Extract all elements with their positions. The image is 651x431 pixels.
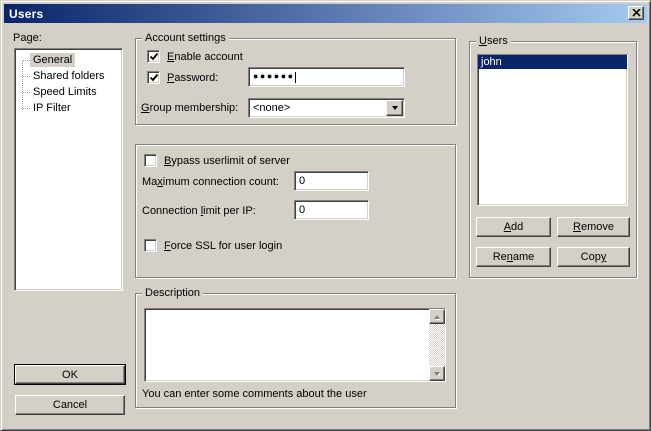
description-group: Description You can enter some comments … xyxy=(135,293,456,408)
tree-branch-icon xyxy=(23,92,30,93)
description-textarea[interactable] xyxy=(144,308,446,382)
description-hint: You can enter some comments about the us… xyxy=(142,388,367,400)
user-list-item[interactable]: john xyxy=(478,55,627,69)
account-settings-group: Account settings Enable account Password… xyxy=(135,38,456,125)
rename-button[interactable]: Rename xyxy=(476,247,551,267)
ip-limit-label: Connection limit per IP: xyxy=(142,205,256,217)
password-label: Password: xyxy=(167,72,218,84)
remove-button[interactable]: Remove xyxy=(557,217,630,237)
page-label: Page: xyxy=(13,32,42,44)
tree-item-label: IP Filter xyxy=(30,101,74,115)
bypass-userlimit-label: Bypass userlimit of server xyxy=(164,155,290,167)
group-membership-value: <none> xyxy=(253,102,290,114)
users-group-title: Users xyxy=(476,34,511,48)
max-connection-label: Maximum connection count: xyxy=(142,176,279,188)
tree-branch-icon xyxy=(23,76,30,77)
arrow-up-icon xyxy=(434,315,440,319)
tree-item-label: Speed Limits xyxy=(30,85,100,99)
copy-button[interactable]: Copy xyxy=(557,247,630,267)
chevron-down-icon xyxy=(392,106,398,110)
window-title: Users xyxy=(4,7,43,21)
scrollbar-track[interactable] xyxy=(429,324,445,366)
ip-limit-input[interactable]: 0 xyxy=(294,200,369,220)
force-ssl-checkbox[interactable] xyxy=(144,239,157,252)
tree-item-label: Shared folders xyxy=(30,69,108,83)
scroll-down-button[interactable] xyxy=(429,366,445,381)
users-listbox[interactable]: john xyxy=(477,54,628,206)
force-ssl-label: Force SSL for user login xyxy=(164,240,282,252)
tree-item-speed-limits[interactable]: Speed Limits xyxy=(16,84,100,100)
tree-item-general[interactable]: General xyxy=(16,52,75,68)
group-membership-select[interactable]: <none> xyxy=(248,98,405,118)
check-icon xyxy=(149,73,159,83)
tree-branch-icon xyxy=(23,60,30,61)
tree-branch-icon xyxy=(23,108,30,109)
users-group: Users john Add Remove Rename Copy xyxy=(469,41,637,278)
tree-item-label: General xyxy=(30,53,75,67)
close-button[interactable] xyxy=(628,6,644,20)
max-connection-input[interactable]: 0 xyxy=(294,171,369,191)
connection-limits-group: Bypass userlimit of server Maximum conne… xyxy=(135,144,456,278)
tree-item-shared-folders[interactable]: Shared folders xyxy=(16,68,108,84)
page-tree[interactable]: General Shared folders Speed Limits IP F… xyxy=(14,48,123,291)
dropdown-button[interactable] xyxy=(386,100,403,116)
check-icon xyxy=(149,52,159,62)
close-icon xyxy=(632,9,641,17)
enable-account-checkbox[interactable] xyxy=(147,50,160,63)
users-dialog: Users Page: General Shared folders Speed… xyxy=(0,0,651,431)
password-input[interactable]: ●●●●●● xyxy=(248,67,405,87)
titlebar[interactable]: Users xyxy=(4,4,647,23)
ok-button[interactable]: OK xyxy=(15,365,125,384)
description-scrollbar[interactable] xyxy=(429,309,445,381)
tree-item-ip-filter[interactable]: IP Filter xyxy=(16,100,74,116)
password-checkbox[interactable] xyxy=(147,71,160,84)
description-title: Description xyxy=(142,286,203,300)
group-membership-label: Group membership: xyxy=(141,102,238,114)
scroll-up-button[interactable] xyxy=(429,309,445,324)
enable-account-label: Enable account xyxy=(167,51,243,63)
cancel-button[interactable]: Cancel xyxy=(15,395,125,415)
add-button[interactable]: Add xyxy=(476,217,551,237)
arrow-down-icon xyxy=(434,372,440,376)
account-settings-title: Account settings xyxy=(142,31,229,45)
bypass-userlimit-checkbox[interactable] xyxy=(144,154,157,167)
